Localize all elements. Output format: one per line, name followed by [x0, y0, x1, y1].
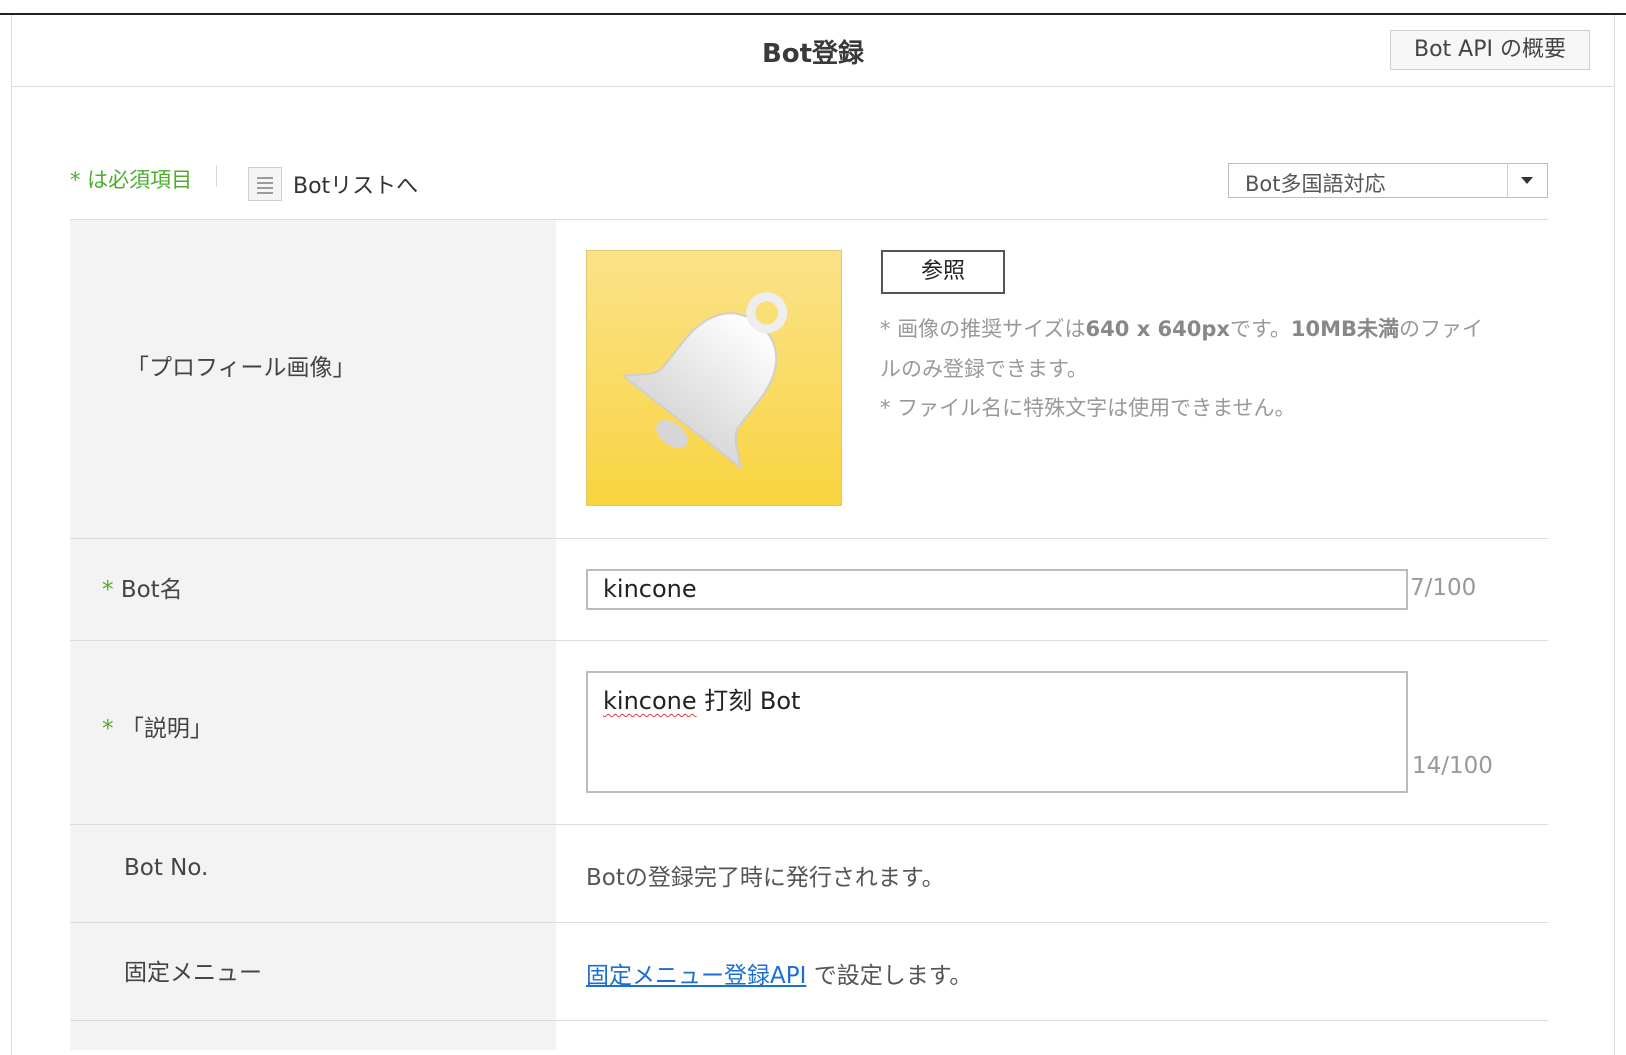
- filename-note: * ファイル名に特殊文字は使用できません。: [880, 396, 1296, 420]
- bot-name-counter: 7/100: [1410, 575, 1477, 601]
- description-counter: 14/100: [1412, 753, 1493, 779]
- browse-button[interactable]: 参照: [881, 250, 1005, 294]
- label-cell: * Bot名: [70, 539, 556, 640]
- language-select-value: Bot多国語対応: [1245, 172, 1386, 196]
- bot-name-input[interactable]: kincone: [586, 569, 1408, 610]
- label-cell: Bot No.: [70, 825, 556, 922]
- language-select[interactable]: Bot多国語対応: [1228, 163, 1548, 198]
- bot-name-label-text: Bot名: [120, 577, 183, 603]
- description-label-text: 「説明」: [120, 716, 213, 742]
- note-limit: 10MB未満: [1290, 317, 1400, 341]
- bot-registration-form: 「プロフィール画像」 参照 * 画像の推奨サイズは640 x 640pxです。1…: [70, 219, 1548, 1050]
- profile-image-row: 「プロフィール画像」 参照 * 画像の推奨サイズは640 x 640pxです。1…: [70, 219, 1548, 538]
- note-size: 640 x 640px: [1085, 317, 1230, 341]
- bot-no-label: Bot No.: [124, 855, 209, 881]
- fixed-menu-suffix: で設定します。: [806, 963, 973, 989]
- image-size-note-cont: ルのみ登録できます。: [880, 357, 1088, 381]
- image-size-note: * 画像の推奨サイズは640 x 640pxです。10MB未満のファイ: [880, 309, 1483, 349]
- description-label: * 「説明」: [102, 709, 213, 743]
- toolbar-divider: [216, 165, 217, 187]
- bot-no-row: Bot No. Botの登録完了時に発行されます。: [70, 824, 1548, 922]
- api-overview-button[interactable]: Bot API の概要: [1390, 30, 1590, 70]
- next-row: [70, 1020, 1548, 1050]
- bot-name-label: * Bot名: [102, 570, 183, 604]
- note-text: のファイ: [1399, 317, 1484, 341]
- required-mark: *: [102, 577, 114, 603]
- description-text: 打刻 Bot: [696, 687, 801, 715]
- page-title: Bot登録: [761, 39, 865, 69]
- required-mark: *: [102, 716, 114, 742]
- list-icon[interactable]: [248, 167, 282, 201]
- description-textarea[interactable]: kincone 打刻 Bot: [586, 671, 1408, 793]
- label-cell: [70, 1021, 556, 1050]
- bot-name-row: * Bot名 kincone 7/100: [70, 538, 1548, 640]
- label-cell: * 「説明」: [70, 641, 556, 824]
- label-cell: 固定メニュー: [70, 923, 556, 1020]
- chevron-down-icon: [1521, 177, 1533, 184]
- profile-image-label: 「プロフィール画像」: [126, 355, 356, 381]
- bot-list-link[interactable]: Botリストへ: [293, 168, 418, 200]
- label-cell: 「プロフィール画像」: [70, 220, 556, 538]
- required-fields-note: * は必須項目: [70, 168, 193, 192]
- fixed-menu-label: 固定メニュー: [124, 960, 262, 986]
- description-row: * 「説明」 kincone 打刻 Bot 14/100: [70, 640, 1548, 824]
- profile-image: [586, 250, 842, 506]
- description-text: kincone: [603, 687, 697, 715]
- select-divider: [1507, 164, 1508, 197]
- fixed-menu-row: 固定メニュー 固定メニュー登録API で設定します。: [70, 922, 1548, 1020]
- note-text: です。: [1229, 317, 1291, 341]
- note-text: * 画像の推奨サイズは: [880, 317, 1086, 341]
- bot-no-value: Botの登録完了時に発行されます。: [586, 865, 945, 891]
- page-header: Bot登録: [11, 15, 1615, 87]
- fixed-menu-api-link[interactable]: 固定メニュー登録API: [586, 963, 806, 989]
- bell-icon: [621, 292, 788, 470]
- fixed-menu-value: 固定メニュー登録API で設定します。: [586, 956, 972, 990]
